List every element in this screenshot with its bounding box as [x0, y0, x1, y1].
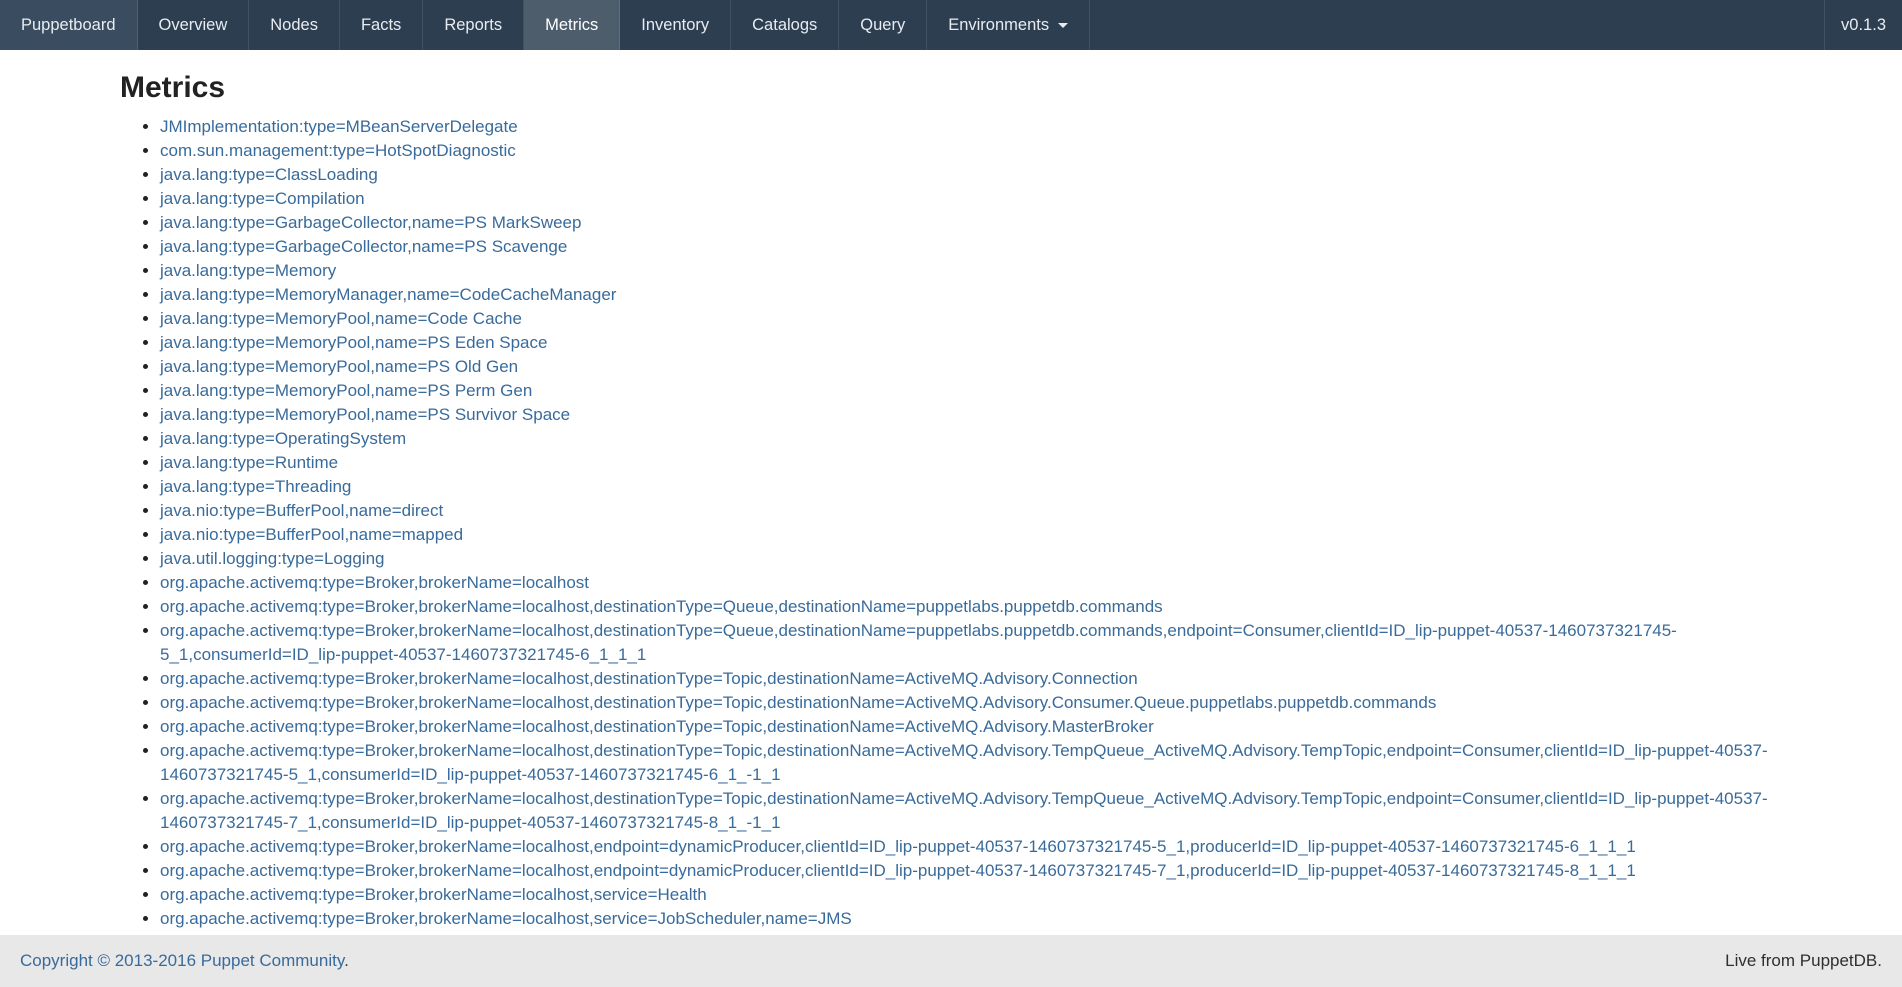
- navbar-items: Puppetboard Overview Nodes Facts Reports…: [0, 0, 1090, 50]
- metric-link[interactable]: org.apache.activemq:type=Broker,brokerNa…: [160, 693, 1436, 712]
- metric-list-item: org.apache.activemq:type=Broker,brokerNa…: [160, 619, 1782, 667]
- metric-list-item: java.lang:type=GarbageCollector,name=PS …: [160, 211, 1782, 235]
- nav-item-reports[interactable]: Reports: [423, 0, 524, 50]
- metric-list-item: com.sun.management:type=HotSpotDiagnosti…: [160, 139, 1782, 163]
- metric-link[interactable]: org.apache.activemq:type=Broker,brokerNa…: [160, 885, 707, 904]
- metric-list-item: org.apache.activemq:type=Broker,brokerNa…: [160, 739, 1782, 787]
- metric-list-item: java.lang:type=OperatingSystem: [160, 427, 1782, 451]
- metric-list-item: org.apache.activemq:type=Broker,brokerNa…: [160, 715, 1782, 739]
- metric-link[interactable]: java.nio:type=BufferPool,name=direct: [160, 501, 443, 520]
- metric-list-item: java.util.logging:type=Logging: [160, 547, 1782, 571]
- metric-list: JMImplementation:type=MBeanServerDelegat…: [120, 115, 1782, 931]
- environments-label: Environments: [948, 16, 1049, 35]
- metric-link[interactable]: java.lang:type=MemoryPool,name=PS Surviv…: [160, 405, 570, 424]
- metric-link[interactable]: java.lang:type=GarbageCollector,name=PS …: [160, 237, 567, 256]
- metric-list-item: java.lang:type=MemoryPool,name=PS Surviv…: [160, 403, 1782, 427]
- metric-list-item: java.lang:type=MemoryPool,name=PS Perm G…: [160, 379, 1782, 403]
- metric-list-item: java.lang:type=Runtime: [160, 451, 1782, 475]
- metric-list-item: org.apache.activemq:type=Broker,brokerNa…: [160, 907, 1782, 931]
- nav-item-catalogs[interactable]: Catalogs: [731, 0, 839, 50]
- metric-list-item: org.apache.activemq:type=Broker,brokerNa…: [160, 859, 1782, 883]
- metric-link[interactable]: java.lang:type=ClassLoading: [160, 165, 378, 184]
- metric-link[interactable]: org.apache.activemq:type=Broker,brokerNa…: [160, 861, 1636, 880]
- top-navbar: Puppetboard Overview Nodes Facts Reports…: [0, 0, 1902, 50]
- metric-link[interactable]: java.lang:type=Memory: [160, 261, 336, 280]
- metric-link[interactable]: org.apache.activemq:type=Broker,brokerNa…: [160, 789, 1768, 832]
- metric-link[interactable]: org.apache.activemq:type=Broker,brokerNa…: [160, 573, 589, 592]
- metric-link[interactable]: JMImplementation:type=MBeanServerDelegat…: [160, 117, 518, 136]
- nav-item-facts[interactable]: Facts: [340, 0, 423, 50]
- nav-item-inventory[interactable]: Inventory: [620, 0, 731, 50]
- nav-item-metrics[interactable]: Metrics: [524, 0, 620, 50]
- metric-link[interactable]: com.sun.management:type=HotSpotDiagnosti…: [160, 141, 516, 160]
- metric-list-item: org.apache.activemq:type=Broker,brokerNa…: [160, 691, 1782, 715]
- metric-list-item: org.apache.activemq:type=Broker,brokerNa…: [160, 667, 1782, 691]
- metric-link[interactable]: java.lang:type=MemoryPool,name=PS Perm G…: [160, 381, 532, 400]
- metric-link[interactable]: java.util.logging:type=Logging: [160, 549, 384, 568]
- navbar-spacer: [1090, 0, 1824, 50]
- footer-status-text: Live from PuppetDB.: [1725, 951, 1882, 971]
- metric-link[interactable]: java.lang:type=Runtime: [160, 453, 338, 472]
- metric-link[interactable]: java.nio:type=BufferPool,name=mapped: [160, 525, 463, 544]
- metric-link[interactable]: org.apache.activemq:type=Broker,brokerNa…: [160, 837, 1636, 856]
- metric-link[interactable]: org.apache.activemq:type=Broker,brokerNa…: [160, 741, 1768, 784]
- metric-list-item: java.lang:type=Memory: [160, 259, 1782, 283]
- metric-list-item: java.lang:type=ClassLoading: [160, 163, 1782, 187]
- metric-link[interactable]: java.lang:type=OperatingSystem: [160, 429, 406, 448]
- nav-brand-puppetboard[interactable]: Puppetboard: [0, 0, 138, 50]
- metric-list-item: java.lang:type=MemoryPool,name=Code Cach…: [160, 307, 1782, 331]
- metric-list-item: org.apache.activemq:type=Broker,brokerNa…: [160, 883, 1782, 907]
- metric-link[interactable]: org.apache.activemq:type=Broker,brokerNa…: [160, 717, 1154, 736]
- nav-item-nodes[interactable]: Nodes: [249, 0, 340, 50]
- nav-item-overview[interactable]: Overview: [138, 0, 250, 50]
- chevron-down-icon: [1058, 23, 1068, 28]
- copyright-link[interactable]: Copyright © 2013-2016 Puppet Community: [20, 951, 344, 970]
- metric-list-item: java.lang:type=Compilation: [160, 187, 1782, 211]
- metric-list-item: JMImplementation:type=MBeanServerDelegat…: [160, 115, 1782, 139]
- metric-link[interactable]: java.lang:type=GarbageCollector,name=PS …: [160, 213, 581, 232]
- metric-link[interactable]: org.apache.activemq:type=Broker,brokerNa…: [160, 597, 1163, 616]
- metric-list-item: java.lang:type=MemoryManager,name=CodeCa…: [160, 283, 1782, 307]
- nav-item-query[interactable]: Query: [839, 0, 927, 50]
- metric-list-item: java.lang:type=MemoryPool,name=PS Old Ge…: [160, 355, 1782, 379]
- copyright-period: .: [344, 951, 349, 970]
- page-title: Metrics: [120, 71, 1782, 105]
- metric-list-item: java.lang:type=GarbageCollector,name=PS …: [160, 235, 1782, 259]
- metric-list-item: java.lang:type=MemoryPool,name=PS Eden S…: [160, 331, 1782, 355]
- metric-link[interactable]: java.lang:type=MemoryPool,name=Code Cach…: [160, 309, 522, 328]
- metric-list-item: org.apache.activemq:type=Broker,brokerNa…: [160, 595, 1782, 619]
- metric-list-item: org.apache.activemq:type=Broker,brokerNa…: [160, 571, 1782, 595]
- metric-list-item: org.apache.activemq:type=Broker,brokerNa…: [160, 787, 1782, 835]
- nav-item-environments-dropdown[interactable]: Environments: [927, 0, 1090, 50]
- metric-link[interactable]: org.apache.activemq:type=Broker,brokerNa…: [160, 621, 1677, 664]
- metric-link[interactable]: java.lang:type=MemoryManager,name=CodeCa…: [160, 285, 616, 304]
- main-content: Metrics JMImplementation:type=MBeanServe…: [120, 71, 1782, 931]
- metric-link[interactable]: org.apache.activemq:type=Broker,brokerNa…: [160, 669, 1138, 688]
- metric-list-item: org.apache.activemq:type=Broker,brokerNa…: [160, 835, 1782, 859]
- metric-link[interactable]: java.lang:type=MemoryPool,name=PS Eden S…: [160, 333, 547, 352]
- footer-copyright: Copyright © 2013-2016 Puppet Community.: [20, 951, 349, 971]
- metric-list-item: java.nio:type=BufferPool,name=direct: [160, 499, 1782, 523]
- metric-link[interactable]: java.lang:type=MemoryPool,name=PS Old Ge…: [160, 357, 518, 376]
- metric-list-item: java.nio:type=BufferPool,name=mapped: [160, 523, 1782, 547]
- metric-list-item: java.lang:type=Threading: [160, 475, 1782, 499]
- metric-link[interactable]: java.lang:type=Threading: [160, 477, 351, 496]
- footer: Copyright © 2013-2016 Puppet Community. …: [0, 935, 1902, 987]
- metric-link[interactable]: org.apache.activemq:type=Broker,brokerNa…: [160, 909, 852, 928]
- metric-link[interactable]: java.lang:type=Compilation: [160, 189, 365, 208]
- app-version-label: v0.1.3: [1824, 0, 1902, 50]
